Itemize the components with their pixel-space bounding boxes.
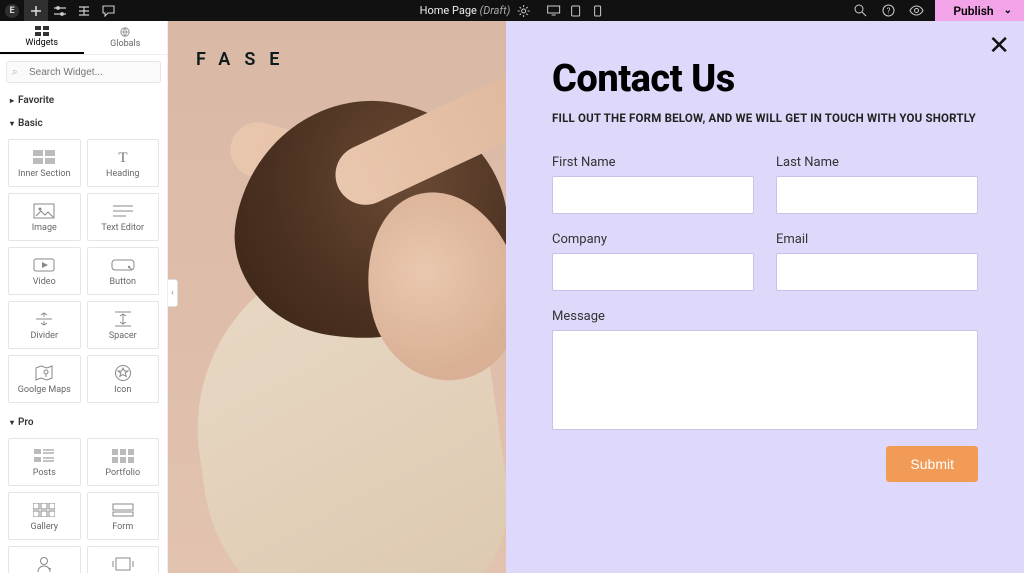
last-name-field[interactable] [776, 176, 978, 214]
widgets-panel: Widgets Globals ⌕ ▸Favorite ▾Basic Inner… [0, 21, 168, 573]
panel-collapse-handle[interactable]: ‹ [168, 279, 178, 307]
add-element-button[interactable] [24, 0, 48, 21]
tablet-icon[interactable] [568, 5, 582, 17]
widget-portfolio[interactable]: Portfolio [87, 438, 160, 486]
notes-button[interactable] [96, 0, 120, 21]
first-name-field[interactable] [552, 176, 754, 214]
section-favorite[interactable]: ▸Favorite [0, 89, 167, 112]
message-field[interactable] [552, 330, 978, 430]
pro-widgets-grid: Posts Portfolio Gallery Form Login Slide… [0, 434, 167, 573]
contact-subtitle: FILL OUT THE FORM BELOW, AND WE WILL GET… [552, 111, 978, 125]
section-pro[interactable]: ▾Pro [0, 411, 167, 434]
finder-icon[interactable] [851, 4, 869, 17]
last-name-label: Last Name [776, 155, 978, 170]
tab-widgets[interactable]: Widgets [0, 21, 84, 54]
editor-canvas: FASE ‹ ✕ Contact Us FILL OUT THE FORM BE… [168, 21, 1024, 573]
company-field[interactable] [552, 253, 754, 291]
widget-spacer[interactable]: Spacer [87, 301, 160, 349]
company-label: Company [552, 232, 754, 247]
submit-button[interactable]: Submit [886, 446, 978, 482]
elementor-logo[interactable]: E [0, 0, 24, 21]
top-bar: E Home Page (Draft) ? Publish [0, 0, 1024, 21]
page-title: Home Page (Draft) [420, 4, 511, 17]
widget-inner-section[interactable]: Inner Section [8, 139, 81, 187]
widget-text-editor[interactable]: Text Editor [87, 193, 160, 241]
tab-globals[interactable]: Globals [84, 21, 168, 54]
svg-text:?: ? [886, 7, 890, 16]
publish-button[interactable]: Publish ⌄ [935, 0, 1024, 21]
email-field[interactable] [776, 253, 978, 291]
contact-popup: ✕ Contact Us FILL OUT THE FORM BELOW, AN… [506, 21, 1024, 573]
widget-posts[interactable]: Posts [8, 438, 81, 486]
hero-image-area: FASE ‹ [168, 21, 506, 573]
widget-image[interactable]: Image [8, 193, 81, 241]
widget-google-maps[interactable]: Goolge Maps [8, 355, 81, 403]
desktop-icon[interactable] [546, 5, 560, 17]
svg-text:T: T [118, 150, 127, 165]
widget-form[interactable]: Form [87, 492, 160, 540]
brand-logo: FASE [196, 49, 293, 70]
responsive-icons [546, 5, 604, 17]
search-input[interactable] [6, 61, 161, 83]
page-settings-icon[interactable] [516, 5, 530, 17]
help-icon[interactable]: ? [879, 4, 897, 17]
model-figure [168, 21, 506, 573]
topbar-left-group: E [0, 0, 120, 21]
close-icon[interactable]: ✕ [988, 31, 1010, 61]
structure-button[interactable] [72, 0, 96, 21]
preview-icon[interactable] [907, 5, 925, 16]
tab-globals-label: Globals [110, 39, 140, 49]
mobile-icon[interactable] [590, 5, 604, 17]
section-basic[interactable]: ▾Basic [0, 112, 167, 135]
widget-slides[interactable]: Slides [87, 546, 160, 573]
topbar-center: Home Page (Draft) [420, 4, 605, 17]
widget-icon[interactable]: Icon [87, 355, 160, 403]
widget-divider[interactable]: Divider [8, 301, 81, 349]
contact-title: Contact Us [552, 57, 978, 101]
chevron-down-icon[interactable]: ⌄ [1004, 5, 1012, 16]
first-name-label: First Name [552, 155, 754, 170]
widget-button[interactable]: Button [87, 247, 160, 295]
site-settings-button[interactable] [48, 0, 72, 21]
tab-widgets-label: Widgets [25, 38, 58, 48]
widget-video[interactable]: Video [8, 247, 81, 295]
widget-heading[interactable]: THeading [87, 139, 160, 187]
widget-gallery[interactable]: Gallery [8, 492, 81, 540]
widget-login[interactable]: Login [8, 546, 81, 573]
topbar-right: ? Publish ⌄ [851, 0, 1024, 21]
search-icon: ⌕ [12, 67, 18, 78]
basic-widgets-grid: Inner Section THeading Image Text Editor… [0, 135, 167, 411]
email-label: Email [776, 232, 978, 247]
message-label: Message [552, 309, 978, 324]
publish-label: Publish [953, 4, 993, 18]
